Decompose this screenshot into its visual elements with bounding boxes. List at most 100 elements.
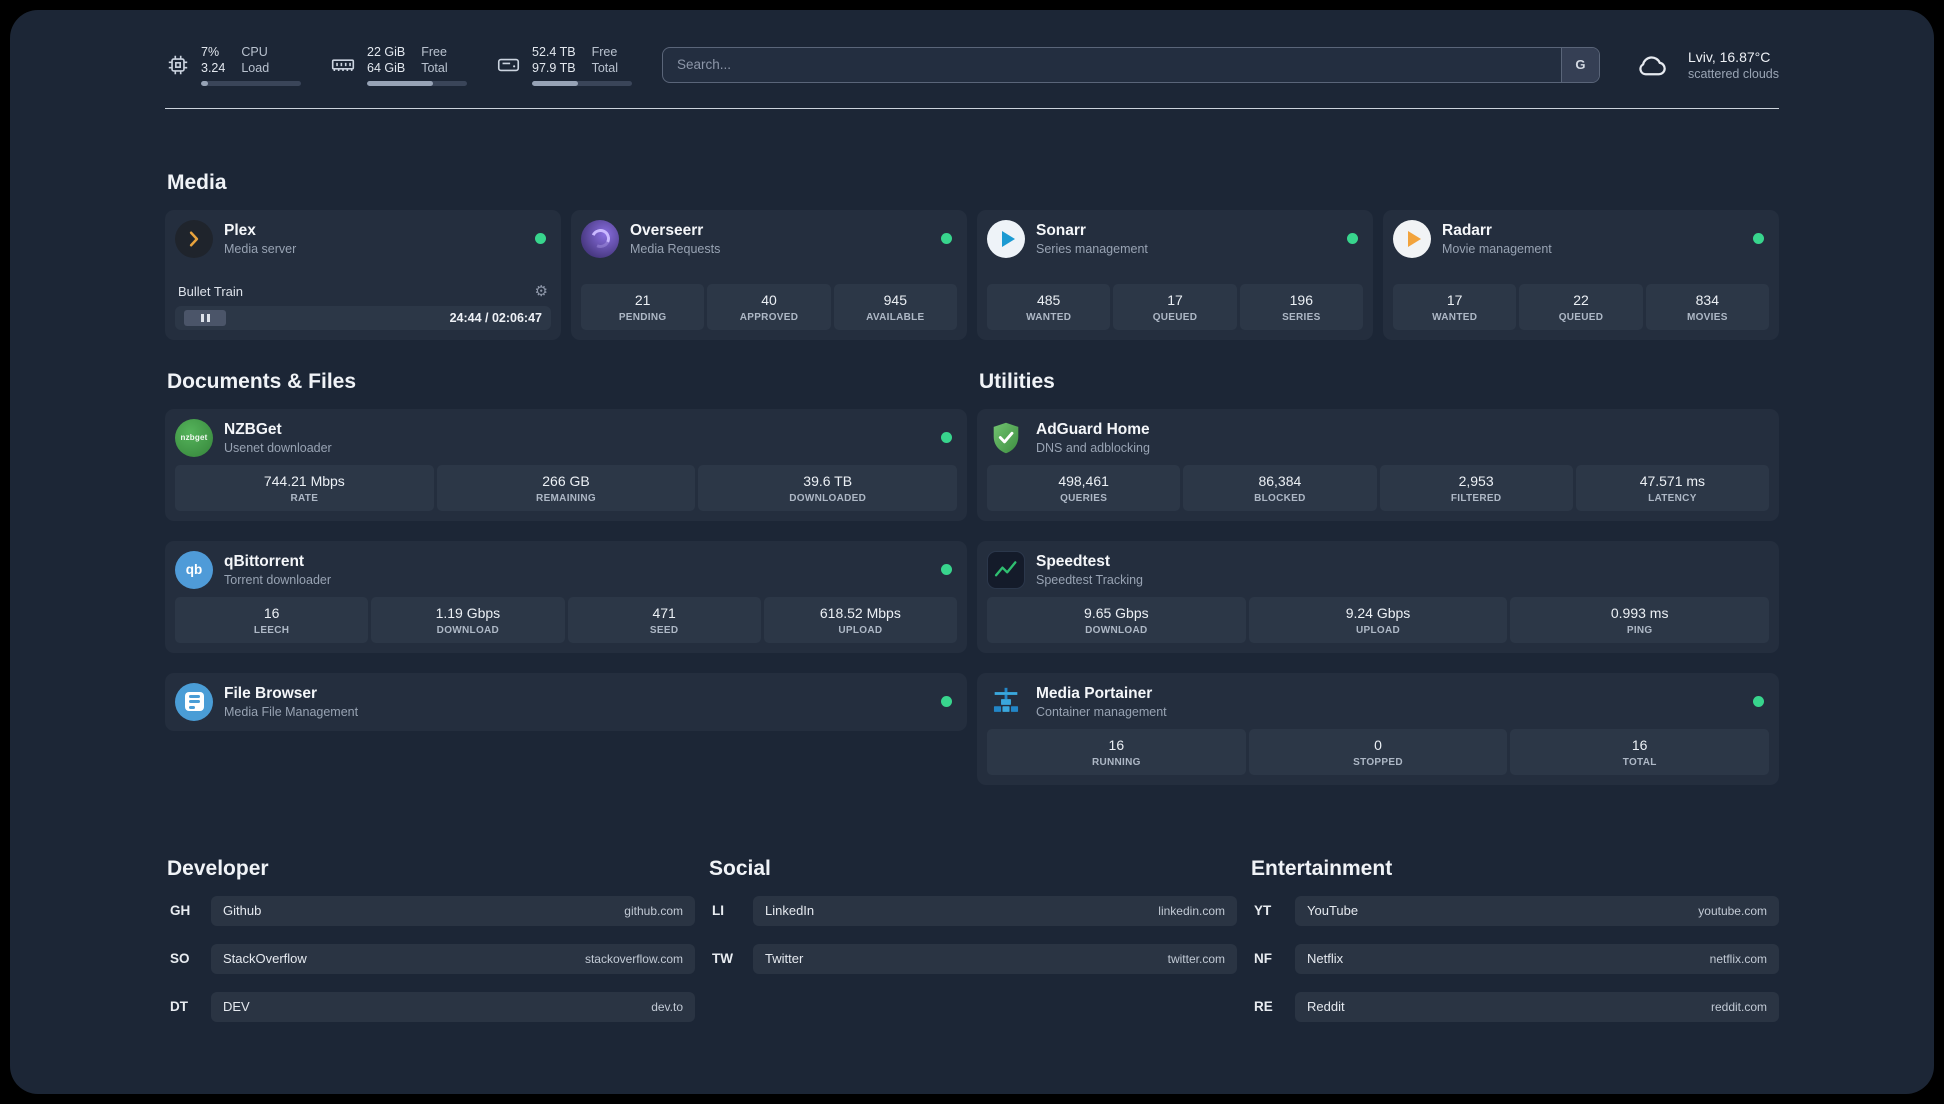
status-online-dot: [1347, 233, 1358, 244]
bookmark-abbr: YT: [1254, 903, 1272, 918]
stat-label: TOTAL: [1622, 756, 1657, 768]
search-provider-button[interactable]: G: [1560, 47, 1599, 82]
stat-tile: 0 STOPPED: [1248, 728, 1508, 775]
stat-tile: 22 QUEUED: [1519, 283, 1643, 330]
service-card-nzbget[interactable]: nzbget NZBGet Usenet downloader 744.21 M…: [165, 408, 967, 521]
stat-value: 16: [1631, 736, 1648, 753]
stat-label: STOPPED: [1353, 756, 1403, 768]
stat-label: PING: [1626, 624, 1653, 636]
service-name: Sonarr: [1036, 221, 1086, 239]
stat-tile: 16 RUNNING: [987, 728, 1246, 775]
memory-free-value: 22 GiB: [367, 45, 406, 59]
playback-progress-bar[interactable]: 24:44 / 02:06:47: [175, 305, 551, 330]
stat-value: 9.65 Gbps: [1084, 604, 1149, 621]
sonarr-icon: [987, 219, 1025, 258]
service-card-plex[interactable]: Plex Media server Bullet Train ⚙ 24:44 /…: [165, 209, 561, 340]
bookmark-link[interactable]: RE Reddit reddit.com: [1249, 991, 1779, 1022]
playback-time: 24:44 / 02:06:47: [449, 310, 542, 325]
stat-value: 744.21 Mbps: [263, 472, 345, 489]
bookmark-abbr: LI: [712, 903, 724, 918]
bookmark-link[interactable]: NF Netflix netflix.com: [1249, 943, 1779, 974]
stat-label: DOWNLOAD: [436, 624, 500, 636]
stat-tile: 1.19 Gbps DOWNLOAD: [371, 596, 565, 643]
bookmark-link[interactable]: TW Twitter twitter.com: [707, 943, 1237, 974]
stat-label: UPLOAD: [1355, 624, 1401, 636]
stat-label: QUEUED: [1558, 311, 1604, 323]
topbar: 7% 3.24 CPU Load 22 GiB 64 GiB Free Tota…: [165, 10, 1779, 86]
gear-icon[interactable]: ⚙: [535, 284, 548, 299]
bookmark-domain: github.com: [624, 903, 683, 918]
stat-value: 266 GB: [542, 472, 590, 489]
service-card-adguard[interactable]: AdGuard Home DNS and adblocking 498,461 …: [977, 408, 1779, 521]
search-input[interactable]: [662, 46, 1600, 83]
stat-value: 471: [652, 604, 676, 621]
bookmark-group-social: Social LI LinkedIn linkedin.com TW Twitt…: [707, 857, 1237, 974]
service-name: Radarr: [1442, 221, 1492, 239]
stat-value: 17: [1446, 291, 1463, 308]
bookmark-link[interactable]: DT DEV dev.to: [165, 991, 695, 1022]
stat-tile: 16 LEECH: [175, 596, 369, 643]
stat-label: QUEUED: [1152, 311, 1198, 323]
adguard-shield-icon: [987, 419, 1025, 457]
status-online-dot: [535, 233, 546, 244]
memory-total-value: 64 GiB: [367, 61, 406, 76]
bookmark-abbr: TW: [712, 951, 733, 966]
stat-label: MOVIES: [1686, 311, 1728, 323]
memory-monitor: 22 GiB 64 GiB Free Total: [329, 44, 467, 86]
stat-tile: 744.21 Mbps RATE: [175, 464, 434, 511]
disk-total-value: 97.9 TB: [532, 61, 576, 76]
plex-now-playing-widget: Bullet Train ⚙ 24:44 / 02:06:47: [175, 284, 551, 330]
bookmark-abbr: RE: [1254, 999, 1273, 1014]
stat-tile: 471 SEED: [567, 596, 761, 643]
stat-tile: 16 TOTAL: [1510, 728, 1770, 775]
stat-tile: 40 APPROVED: [707, 283, 831, 330]
stat-tile: 39.6 TB DOWNLOADED: [698, 464, 958, 511]
service-card-sonarr[interactable]: Sonarr Series management 485 WANTED 17 Q…: [977, 209, 1373, 340]
service-card-portainer[interactable]: Media Portainer Container management 16 …: [977, 672, 1779, 785]
service-card-overseerr[interactable]: Overseerr Media Requests 21 PENDING 40 A…: [571, 209, 967, 340]
stat-value: 47.571 ms: [1639, 472, 1706, 489]
status-online-dot: [941, 696, 952, 707]
bookmark-link[interactable]: YT YouTube youtube.com: [1249, 895, 1779, 926]
media-section-title: Media: [167, 170, 227, 194]
stat-label: DOWNLOADED: [789, 492, 867, 504]
bookmark-name: YouTube: [1307, 903, 1359, 918]
service-description: Usenet downloader: [224, 440, 332, 455]
stat-value: 498,461: [1058, 472, 1109, 489]
bookmark-link[interactable]: LI LinkedIn linkedin.com: [707, 895, 1237, 926]
bookmark-link[interactable]: SO StackOverflow stackoverflow.com: [165, 943, 695, 974]
status-online-dot: [1753, 696, 1764, 707]
stat-tile: 0.993 ms PING: [1510, 596, 1770, 643]
stat-value: 1.19 Gbps: [435, 604, 501, 621]
stat-value: 2,953: [1458, 472, 1494, 489]
service-card-radarr[interactable]: Radarr Movie management 17 WANTED 22 QUE…: [1383, 209, 1779, 340]
stat-value: 0.993 ms: [1610, 604, 1669, 621]
stat-value: 39.6 TB: [803, 472, 853, 489]
service-name: Overseerr: [630, 221, 704, 239]
stat-value: 16: [1108, 736, 1125, 753]
stat-label: UPLOAD: [838, 624, 883, 636]
disk-free-value: 52.4 TB: [532, 45, 576, 59]
stat-label: APPROVED: [739, 311, 799, 323]
bookmark-group-title: Developer: [167, 856, 269, 880]
stat-label: SEED: [649, 624, 679, 636]
service-card-qbittorrent[interactable]: qb qBittorrent Torrent downloader 16 LEE…: [165, 540, 967, 653]
pause-button[interactable]: [184, 309, 226, 326]
service-card-speedtest[interactable]: Speedtest Speedtest Tracking 9.65 Gbps D…: [977, 540, 1779, 653]
bookmark-group-title: Social: [709, 856, 771, 880]
stat-tile: 17 WANTED: [1393, 283, 1517, 330]
bookmark-domain: reddit.com: [1710, 999, 1767, 1014]
stat-label: REMAINING: [536, 492, 596, 504]
service-card-filebrowser[interactable]: File Browser Media File Management: [165, 672, 967, 731]
stat-tile: 498,461 QUERIES: [987, 464, 1181, 511]
service-description: Media Requests: [630, 241, 721, 256]
radarr-icon: [1393, 219, 1431, 258]
stat-value: 834: [1695, 291, 1719, 308]
service-description: Series management: [1036, 241, 1148, 256]
bookmark-name: Reddit: [1307, 999, 1345, 1014]
bookmark-group-title: Entertainment: [1251, 856, 1393, 880]
bookmark-link[interactable]: GH Github github.com: [165, 895, 695, 926]
bookmark-name: StackOverflow: [223, 951, 307, 966]
stat-tile: 17 QUEUED: [1113, 283, 1237, 330]
stat-value: 17: [1167, 291, 1183, 308]
